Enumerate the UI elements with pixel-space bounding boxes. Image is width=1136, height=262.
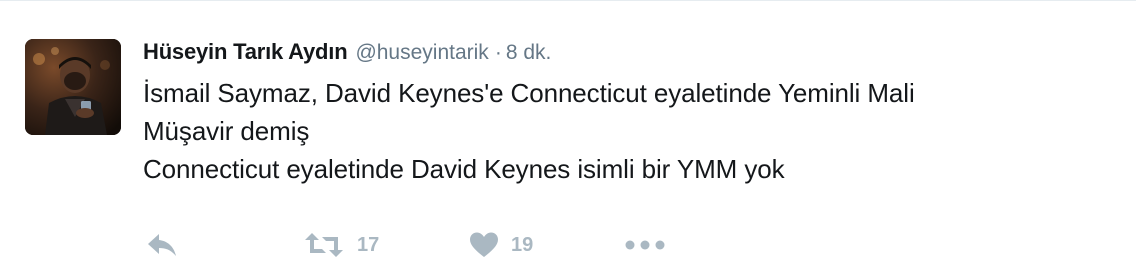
tweet-text-line: Connecticut eyaletinde David Keynes isim… bbox=[143, 154, 785, 184]
like-button[interactable]: 19 bbox=[469, 227, 533, 262]
separator-dot: · bbox=[494, 41, 502, 64]
author-fullname[interactable]: Hüseyin Tarık Aydın bbox=[143, 39, 348, 64]
more-button[interactable] bbox=[625, 227, 665, 262]
tweet-header: Hüseyin Tarık Aydın @huseyintarik · 8 dk. bbox=[143, 35, 1116, 69]
reply-icon bbox=[148, 234, 176, 256]
author-username[interactable]: @huseyintarik bbox=[355, 41, 488, 64]
like-count: 19 bbox=[511, 233, 534, 256]
tweet-text: İsmail Saymaz, David Keynes'e Connecticu… bbox=[143, 74, 1116, 188]
retweet-icon bbox=[305, 233, 343, 257]
tweet-actions: 17 19 bbox=[143, 227, 1043, 262]
tweet-timestamp[interactable]: 8 dk. bbox=[506, 41, 552, 64]
tweet-text-line: İsmail Saymaz, David Keynes'e Connecticu… bbox=[143, 78, 915, 108]
avatar-photo bbox=[25, 39, 121, 135]
tweet: Hüseyin Tarık Aydın @huseyintarik · 8 dk. İ… bbox=[0, 0, 1136, 262]
more-icon bbox=[625, 240, 665, 250]
heart-icon bbox=[470, 232, 498, 257]
avatar[interactable] bbox=[25, 39, 121, 135]
tweet-text-line: Müşavir demiş bbox=[143, 116, 310, 146]
tweet-content: Hüseyin Tarık Aydın @huseyintarik · 8 dk. İ… bbox=[143, 35, 1116, 188]
retweet-count: 17 bbox=[357, 233, 380, 256]
retweet-button[interactable]: 17 bbox=[303, 227, 379, 262]
reply-button[interactable] bbox=[145, 227, 179, 262]
